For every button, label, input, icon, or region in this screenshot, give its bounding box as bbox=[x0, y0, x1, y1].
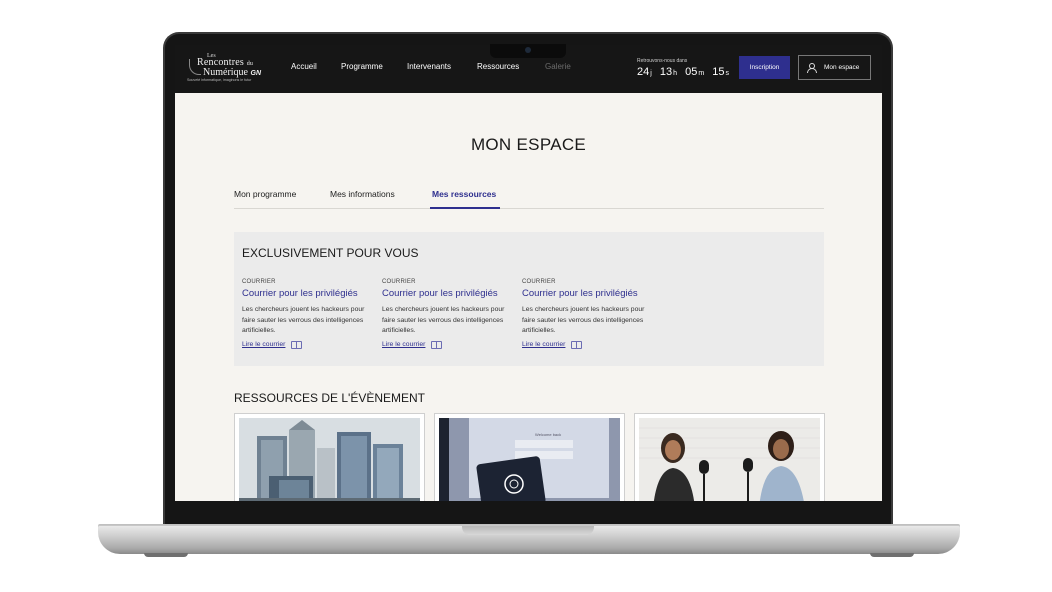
nav-link-galerie[interactable]: Galerie bbox=[545, 62, 571, 71]
read-letter-link[interactable]: Lire le courrier bbox=[382, 340, 514, 349]
camera-icon bbox=[525, 47, 531, 53]
countdown-minutes: 05 bbox=[685, 66, 698, 78]
laptop-mockup: Les Rencontres du Numérique GN Souveté i… bbox=[0, 0, 1052, 592]
mon-espace-label: Mon espace bbox=[824, 64, 860, 71]
user-icon bbox=[807, 63, 817, 73]
card-title[interactable]: Courrier pour les privilégiés bbox=[382, 288, 514, 299]
card-description: Les chercheurs jouent les hackeurs pour … bbox=[522, 306, 645, 334]
nav-link-programme[interactable]: Programme bbox=[341, 62, 383, 71]
book-icon bbox=[291, 340, 303, 349]
card-kicker: COURRIER bbox=[242, 279, 276, 285]
countdown-days-unit: j bbox=[650, 70, 652, 77]
read-letter-label: Lire le courrier bbox=[242, 341, 286, 348]
card-kicker: COURRIER bbox=[522, 279, 556, 285]
resource-card-buildings[interactable] bbox=[234, 413, 425, 501]
mon-espace-button[interactable]: Mon espace bbox=[798, 55, 871, 80]
card-description: Les chercheurs jouent les hackeurs pour … bbox=[382, 306, 505, 334]
tablet-illustration bbox=[439, 418, 620, 501]
read-letter-label: Lire le courrier bbox=[522, 341, 566, 348]
card-kicker: COURRIER bbox=[382, 279, 416, 285]
buildings-image bbox=[239, 418, 420, 501]
screen: Les Rencontres du Numérique GN Souveté i… bbox=[175, 45, 882, 501]
laptop-foot-right bbox=[870, 553, 914, 557]
laptop-thumb-notch bbox=[462, 526, 594, 535]
countdown-hours: 13 bbox=[659, 66, 673, 78]
nav-link-accueil[interactable]: Accueil bbox=[291, 62, 317, 71]
tab-mon-programme[interactable]: Mon programme bbox=[234, 189, 296, 199]
exclusive-title: EXCLUSIVEMENT POUR VOUS bbox=[242, 246, 419, 260]
countdown-days: 24 bbox=[637, 66, 650, 78]
read-letter-label: Lire le courrier bbox=[382, 341, 426, 348]
account-tabs: Mon programme Mes informations Mes resso… bbox=[234, 187, 824, 209]
book-icon bbox=[431, 340, 443, 349]
card-title[interactable]: Courrier pour les privilégiés bbox=[522, 288, 654, 299]
screen-bottom-bezel bbox=[175, 501, 882, 511]
tablet-image: Welcome back bbox=[439, 418, 620, 501]
card-title[interactable]: Courrier pour les privilégiés bbox=[242, 288, 374, 299]
card-description: Les chercheurs jouent les hackeurs pour … bbox=[242, 306, 365, 334]
logo-brand-mark: GN bbox=[250, 70, 262, 77]
countdown-timer: 24j 13h 05m 15s bbox=[637, 66, 734, 78]
resources-title: RESSOURCES DE L'ÉVÈNEMENT bbox=[234, 391, 425, 405]
resource-card-tablet[interactable]: Welcome back bbox=[434, 413, 625, 501]
inscription-button[interactable]: Inscription bbox=[739, 56, 790, 79]
read-letter-link[interactable]: Lire le courrier bbox=[242, 340, 374, 349]
buildings-illustration bbox=[239, 418, 420, 501]
countdown-seconds-unit: s bbox=[725, 70, 730, 77]
countdown-minutes-unit: m bbox=[698, 70, 705, 77]
tablet-screen-text: Welcome back bbox=[535, 432, 562, 437]
nav-link-intervenants[interactable]: Intervenants bbox=[407, 62, 451, 71]
exclusive-card: COURRIER Courrier pour les privilégiés L… bbox=[382, 279, 514, 349]
countdown-label: Retrouvons-nous dans bbox=[637, 58, 688, 64]
logo-word-numerique: Numérique bbox=[203, 67, 248, 78]
tab-mes-informations[interactable]: Mes informations bbox=[330, 189, 395, 199]
podcast-image bbox=[639, 418, 820, 501]
resource-card-podcast[interactable] bbox=[634, 413, 825, 501]
page-title: MON ESPACE bbox=[470, 135, 587, 154]
active-tab-indicator bbox=[430, 207, 500, 209]
countdown-seconds: 15 bbox=[712, 66, 725, 78]
nav-link-ressources[interactable]: Ressources bbox=[477, 62, 519, 71]
tab-mes-ressources[interactable]: Mes ressources bbox=[432, 189, 496, 199]
book-icon bbox=[571, 340, 583, 349]
countdown-hours-unit: h bbox=[673, 70, 678, 77]
podcast-illustration bbox=[639, 418, 820, 501]
read-letter-link[interactable]: Lire le courrier bbox=[522, 340, 654, 349]
exclusive-card: COURRIER Courrier pour les privilégiés L… bbox=[242, 279, 374, 349]
logo-text-numerique: Numérique GN bbox=[203, 67, 261, 78]
site-logo[interactable]: Les Rencontres du Numérique GN Souveté i… bbox=[187, 53, 273, 83]
exclusive-card: COURRIER Courrier pour les privilégiés L… bbox=[522, 279, 654, 349]
logo-tagline: Souveté informatique, imaginons le futur bbox=[187, 78, 252, 82]
laptop-foot-left bbox=[144, 553, 188, 557]
exclusive-panel: EXCLUSIVEMENT POUR VOUS COURRIER Courrie… bbox=[234, 232, 824, 366]
